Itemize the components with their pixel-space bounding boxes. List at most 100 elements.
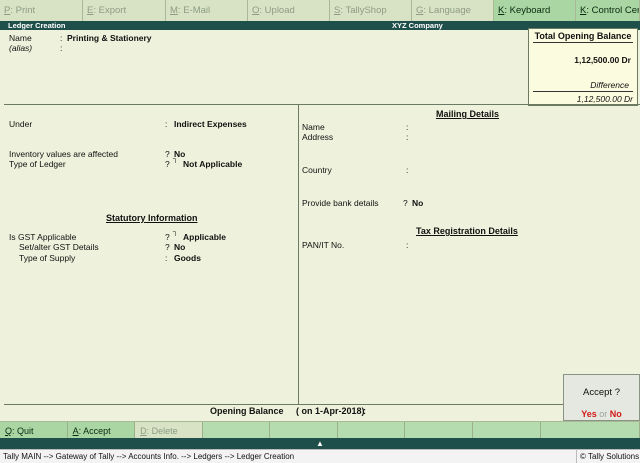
quit-button[interactable]: Q: Quit (0, 422, 68, 439)
under-label: Under (9, 119, 33, 129)
quit-shortcut-key: Q (5, 426, 13, 436)
gst-applicable-sep: ? (165, 232, 170, 242)
accept-no-button[interactable]: No (610, 409, 622, 419)
footer-divider (4, 404, 563, 405)
alias-label: (alias) (9, 43, 33, 53)
accept-choices: Yes or No (564, 409, 639, 419)
type-of-ledger-field[interactable]: Not Applicable (183, 159, 242, 169)
total-opening-balance-panel: Total Opening Balance 1,12,500.00 Dr Dif… (528, 28, 638, 106)
column-divider (298, 105, 299, 404)
set-alter-gst-field[interactable]: No (174, 242, 185, 252)
set-alter-gst-label: Set/alter GST Details (19, 242, 99, 252)
total-opening-balance-amount: 1,12,500.00 Dr (574, 55, 631, 65)
difference-underline (533, 91, 633, 92)
email-button[interactable]: M: E-Mail (166, 0, 248, 21)
inventory-affected-sep: ? (165, 149, 170, 159)
opening-balance-label: Opening Balance (210, 406, 284, 416)
type-of-supply-label: Type of Supply (19, 253, 76, 263)
email-label: : E-Mail (177, 5, 211, 16)
breadcrumb: Tally MAIN --> Gateway of Tally --> Acco… (3, 452, 295, 461)
title-underline (533, 42, 633, 43)
empty-button-slot (540, 422, 640, 439)
opening-balance-colon: : (363, 406, 366, 416)
collapse-bar[interactable]: ▲ (0, 438, 640, 449)
chevron-up-icon[interactable]: ▲ (316, 439, 324, 448)
ledger-form: Name : Printing & Stationery (alias) : T… (0, 28, 640, 421)
difference-label: Difference (590, 80, 629, 90)
enum-marker-icon: ┐ (173, 229, 178, 236)
copyright-label: © Tally Solutions (576, 450, 639, 463)
address-field[interactable] (412, 132, 522, 142)
bottom-button-bar: Q: Quit A: Accept D: Delete (0, 421, 640, 439)
pan-label: PAN/IT No. (302, 240, 345, 250)
control-centre-button[interactable]: K: Control Centre (576, 0, 640, 21)
mailing-name-label: Name (302, 122, 325, 132)
quit-label: : Quit (12, 426, 34, 436)
tallyshop-button[interactable]: S: TallyShop (330, 0, 412, 21)
name-colon: : (60, 33, 63, 43)
ledger-name-field[interactable]: Printing & Stationery (67, 33, 152, 43)
empty-button-slot (270, 422, 338, 439)
country-colon: : (406, 165, 409, 175)
opening-balance-date: ( on 1-Apr-2018) (296, 406, 365, 416)
print-button[interactable]: P: Print (0, 0, 83, 21)
status-bar: Tally MAIN --> Gateway of Tally --> Acco… (0, 449, 640, 463)
under-field[interactable]: Indirect Expenses (174, 119, 247, 129)
type-of-ledger-sep: ? (165, 159, 170, 169)
export-button[interactable]: E: Export (83, 0, 166, 21)
type-of-supply-field[interactable]: Goods (174, 253, 201, 263)
country-label: Country (302, 165, 332, 175)
tallyshop-label: : TallyShop (340, 5, 387, 16)
name-label: Name (9, 33, 32, 43)
mailing-details-title: Mailing Details (436, 109, 500, 119)
delete-label: : Delete (146, 426, 178, 436)
empty-button-slot (473, 422, 541, 439)
provide-bank-details-sep: ? (403, 198, 408, 208)
total-opening-balance-title: Total Opening Balance (534, 31, 632, 41)
company-name: XYZ Company (392, 21, 443, 30)
upload-button[interactable]: O: Upload (248, 0, 330, 21)
alias-field[interactable] (67, 43, 187, 53)
screen-title: Ledger Creation (8, 21, 66, 30)
alias-colon: : (60, 43, 63, 53)
pan-colon: : (406, 240, 409, 250)
language-label: : Language (423, 5, 471, 16)
accept-label: : Accept (78, 426, 111, 436)
accept-yes-button[interactable]: Yes (581, 409, 597, 419)
mailing-name-colon: : (406, 122, 409, 132)
tax-registration-title: Tax Registration Details (416, 226, 518, 236)
keyboard-label: : Keyboard (504, 5, 551, 16)
mailing-name-field[interactable] (412, 122, 522, 132)
empty-button-slot (337, 422, 406, 439)
top-function-bar: P: Print E: Export M: E-Mail O: Upload S… (0, 0, 640, 21)
country-field[interactable] (412, 165, 522, 175)
export-label: : Export (93, 5, 127, 16)
gst-applicable-label: Is GST Applicable (9, 232, 77, 242)
accept-button[interactable]: A: Accept (67, 422, 136, 439)
print-label: : Print (10, 5, 36, 16)
upload-label: : Upload (259, 5, 295, 16)
enum-marker-icon: ┐ (173, 156, 178, 163)
type-of-supply-sep: : (165, 253, 168, 263)
accept-or-label: or (599, 409, 608, 419)
section-divider (4, 104, 640, 105)
address-label: Address (302, 132, 334, 142)
type-of-ledger-label: Type of Ledger (9, 159, 66, 169)
email-shortcut-key: M (170, 5, 178, 16)
gst-applicable-field[interactable]: Applicable (183, 232, 226, 242)
address-colon: : (406, 132, 409, 142)
control-centre-label: : Control Centre (586, 5, 639, 16)
provide-bank-details-label: Provide bank details (302, 198, 379, 208)
difference-amount: 1,12,500.00 Dr (576, 94, 633, 104)
provide-bank-details-field[interactable]: No (412, 198, 423, 208)
statutory-information-title: Statutory Information (106, 213, 198, 223)
opening-balance-field[interactable] (372, 406, 552, 417)
keyboard-button[interactable]: K: Keyboard (494, 0, 576, 21)
under-sep: : (165, 119, 168, 129)
empty-button-slot (405, 422, 474, 439)
accept-question: Accept ? (583, 387, 620, 398)
accept-dialog: Accept ? Yes or No (563, 374, 640, 421)
pan-field[interactable] (412, 240, 522, 250)
language-button[interactable]: G: Language (412, 0, 494, 21)
delete-button[interactable]: D: Delete (135, 422, 203, 439)
